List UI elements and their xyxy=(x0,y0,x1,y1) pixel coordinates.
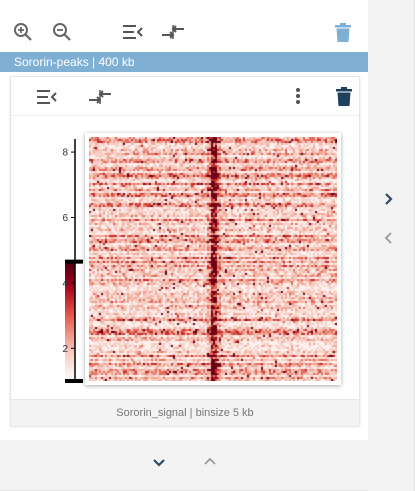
colorbar-tick-label: 2 xyxy=(62,344,68,355)
zoom-out-icon[interactable] xyxy=(52,22,72,42)
collapse-left-icon[interactable] xyxy=(36,89,58,105)
colorbar-max-handle[interactable] xyxy=(65,259,83,264)
delete-view-icon[interactable] xyxy=(335,23,351,43)
main-panel: Sororin-peaks | 400 kb 8 6 4 2 Sororin_s… xyxy=(0,0,368,440)
zoom-in-icon[interactable] xyxy=(13,22,33,42)
heatmap[interactable] xyxy=(85,133,341,385)
panel-title: Sororin-peaks | 400 kb xyxy=(0,52,368,72)
collapse-left-icon[interactable] xyxy=(122,24,144,40)
chevron-left-icon[interactable] xyxy=(383,231,395,245)
trash-icon[interactable] xyxy=(336,87,352,107)
chevron-down-icon[interactable] xyxy=(152,457,166,469)
merge-arrows-icon[interactable] xyxy=(88,89,112,105)
colorbar-tick-label: 8 xyxy=(62,148,68,159)
chevron-right-icon[interactable] xyxy=(383,192,395,206)
track-toolbar xyxy=(11,77,359,115)
colorbar: 8 6 4 2 xyxy=(33,135,83,385)
divider xyxy=(11,115,359,116)
merge-arrows-icon[interactable] xyxy=(161,24,185,40)
right-rail xyxy=(368,0,415,491)
colorbar-tick-label: 6 xyxy=(62,213,68,224)
track-label: Sororin_signal | binsize 5 kb xyxy=(11,399,359,426)
chevron-up-icon[interactable] xyxy=(203,455,217,467)
colorbar-tick-label: 4 xyxy=(62,278,68,289)
track-card: 8 6 4 2 Sororin_signal | binsize 5 kb xyxy=(10,76,360,426)
heatmap-canvas[interactable] xyxy=(89,137,337,381)
top-toolbar xyxy=(0,0,368,52)
colorbar-min-handle[interactable] xyxy=(65,379,83,383)
more-vert-icon[interactable] xyxy=(295,87,301,105)
bottom-bar xyxy=(0,440,368,491)
